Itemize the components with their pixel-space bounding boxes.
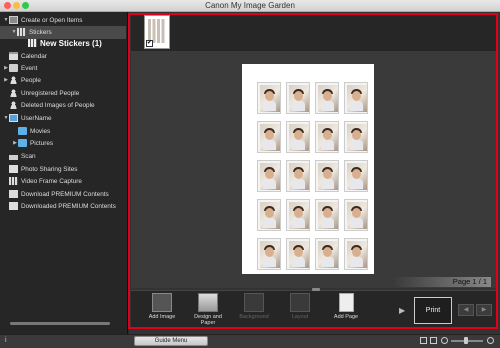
folder-icon xyxy=(18,139,27,147)
sidebar-item-pictures[interactable]: ▶ Pictures xyxy=(12,137,53,149)
full-view-icon[interactable] xyxy=(430,337,437,344)
event-icon xyxy=(9,64,18,72)
sidebar-item-video-frame-capture[interactable]: Video Frame Capture xyxy=(9,175,82,187)
sidebar-item-deleted-images-of-people[interactable]: Deleted Images of People xyxy=(9,99,95,111)
sidebar-item-people[interactable]: ▶ People xyxy=(3,74,41,86)
zoom-in-icon[interactable] xyxy=(487,337,494,344)
sidebar-item-movies[interactable]: Movies xyxy=(18,125,50,137)
sidebar-item-photo-sharing-sites[interactable]: Photo Sharing Sites xyxy=(9,163,78,175)
sidebar-item-label: Calendar xyxy=(21,52,47,60)
sidebar-scrollbar[interactable] xyxy=(10,322,110,325)
guide-menu-button[interactable]: Guide Menu xyxy=(134,336,208,346)
sidebar-item-label: Scan xyxy=(21,152,36,160)
sidebar-item-label: People xyxy=(21,76,41,84)
sidebar-item-download-premium-contents[interactable]: Download PREMIUM Contents xyxy=(9,188,109,200)
person-icon xyxy=(9,76,18,84)
sidebar-item-downloaded-premium-contents[interactable]: Downloaded PREMIUM Contents xyxy=(9,200,116,212)
folder-icon xyxy=(18,127,27,135)
sidebar-item-label: New Stickers (1) xyxy=(40,38,102,48)
sidebar-item-event[interactable]: ▶ Event xyxy=(3,62,37,74)
sidebar-item-username[interactable]: ▼ UserName xyxy=(3,112,52,124)
sidebar-item-label: Movies xyxy=(30,127,51,135)
sidebar-item-label: UserName xyxy=(21,114,52,122)
photo-sharing-icon xyxy=(9,165,18,173)
stickers-icon xyxy=(28,39,37,47)
window-title: Canon My Image Garden xyxy=(205,1,295,10)
film-icon xyxy=(9,177,18,185)
sidebar-item-create-or-open-items[interactable]: ▼ Create or Open Items xyxy=(3,14,82,26)
sidebar-item-label: Pictures xyxy=(30,139,54,147)
unregistered-person-icon xyxy=(9,89,18,97)
sidebar-item-label: Download PREMIUM Contents xyxy=(21,190,109,198)
zoom-slider-thumb[interactable] xyxy=(464,337,468,344)
download-icon xyxy=(9,190,18,198)
sidebar-item-calendar[interactable]: Calendar xyxy=(9,50,47,62)
sidebar-item-label: Event xyxy=(21,64,38,72)
downloaded-icon xyxy=(9,202,18,210)
highlight-frame xyxy=(128,13,498,329)
sidebar-item-label: Unregistered People xyxy=(21,89,80,97)
deleted-person-icon xyxy=(9,101,18,109)
sidebar-item-unregistered-people[interactable]: Unregistered People xyxy=(9,87,79,99)
sidebar-item-label: Photo Sharing Sites xyxy=(21,165,78,173)
create-items-icon xyxy=(9,16,18,24)
view-mode-icon[interactable] xyxy=(420,337,427,344)
sidebar-item-label: Create or Open Items xyxy=(21,16,83,24)
stickers-icon xyxy=(17,28,26,36)
scanner-icon xyxy=(9,154,18,160)
sidebar-item-scan[interactable]: Scan xyxy=(9,150,36,162)
sidebar-item-label: Video Frame Capture xyxy=(21,177,82,185)
calendar-icon xyxy=(9,52,18,60)
sidebar-item-label: Stickers xyxy=(29,28,52,36)
zoom-out-icon[interactable] xyxy=(441,337,448,344)
sidebar-item-label: Downloaded PREMIUM Contents xyxy=(21,202,116,210)
sidebar-item-label: Deleted Images of People xyxy=(21,101,95,109)
info-icon[interactable]: i xyxy=(5,337,7,344)
title-bar: Canon My Image Garden xyxy=(0,0,500,12)
sidebar-item-new-stickers[interactable]: New Stickers (1) xyxy=(28,37,102,49)
computer-icon xyxy=(9,114,18,122)
